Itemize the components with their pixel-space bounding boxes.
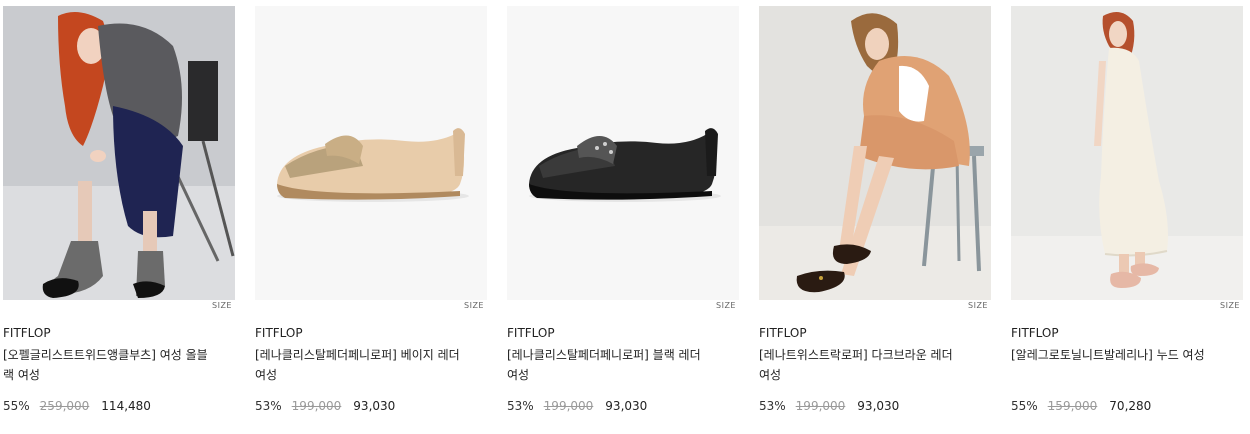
brand-name: FITFLOP: [759, 326, 807, 340]
price-row: 55% 159,000 70,280: [1011, 398, 1243, 414]
size-label[interactable]: SIZE: [3, 300, 235, 312]
product-card[interactable]: SIZE FITFLOP [오펠글리스트트위드앵클부츠] 여성 올블랙 여성 5…: [3, 6, 235, 414]
price-row: 55% 259,000 114,480: [3, 398, 235, 414]
brand-name: FITFLOP: [1011, 326, 1059, 340]
sale-price: 93,030: [353, 399, 396, 413]
original-price: 199,000: [291, 399, 342, 413]
brand-name: FITFLOP: [507, 326, 555, 340]
product-card[interactable]: SIZE FITFLOP [알레그로토닐니트발레리나] 누드 여성 55% 15…: [1011, 6, 1243, 414]
sale-price: 70,280: [1109, 399, 1152, 413]
product-image[interactable]: [759, 6, 991, 300]
original-price: 259,000: [39, 399, 90, 413]
product-title[interactable]: [레나클리스탈페더페니로퍼] 베이지 레더 여성: [255, 345, 460, 385]
original-price: 159,000: [1047, 399, 1098, 413]
size-label[interactable]: SIZE: [1011, 300, 1243, 312]
product-title[interactable]: [알레그로토닐니트발레리나] 누드 여성: [1011, 345, 1216, 385]
original-price: 199,000: [543, 399, 594, 413]
sale-price: 93,030: [605, 399, 648, 413]
discount-rate: 53%: [759, 399, 786, 413]
discount-rate: 53%: [507, 399, 534, 413]
product-grid: SIZE FITFLOP [오펠글리스트트위드앵클부츠] 여성 올블랙 여성 5…: [0, 0, 1250, 434]
price-row: 53% 199,000 93,030: [255, 398, 487, 414]
product-image[interactable]: [1011, 6, 1243, 300]
discount-rate: 53%: [255, 399, 282, 413]
brand-name: FITFLOP: [3, 326, 51, 340]
discount-rate: 55%: [1011, 399, 1038, 413]
product-card[interactable]: SIZE FITFLOP [레나트위스트락로퍼] 다크브라운 레더 여성 53%…: [759, 6, 991, 414]
original-price: 199,000: [795, 399, 846, 413]
sale-price: 93,030: [857, 399, 900, 413]
product-title[interactable]: [레나클리스탈페더페니로퍼] 블랙 레더 여성: [507, 345, 712, 385]
price-row: 53% 199,000 93,030: [759, 398, 991, 414]
product-title[interactable]: [레나트위스트락로퍼] 다크브라운 레더 여성: [759, 345, 964, 385]
brand-name: FITFLOP: [255, 326, 303, 340]
product-image[interactable]: [507, 6, 739, 300]
product-image[interactable]: [255, 6, 487, 300]
product-card[interactable]: SIZE FITFLOP [레나클리스탈페더페니로퍼] 블랙 레더 여성 53%…: [507, 6, 739, 414]
product-image[interactable]: [3, 6, 235, 300]
product-title[interactable]: [오펠글리스트트위드앵클부츠] 여성 올블랙 여성: [3, 345, 208, 385]
size-label[interactable]: SIZE: [507, 300, 739, 312]
sale-price: 114,480: [101, 399, 151, 413]
product-card[interactable]: SIZE FITFLOP [레나클리스탈페더페니로퍼] 베이지 레더 여성 53…: [255, 6, 487, 414]
discount-rate: 55%: [3, 399, 30, 413]
price-row: 53% 199,000 93,030: [507, 398, 739, 414]
size-label[interactable]: SIZE: [759, 300, 991, 312]
size-label[interactable]: SIZE: [255, 300, 487, 312]
